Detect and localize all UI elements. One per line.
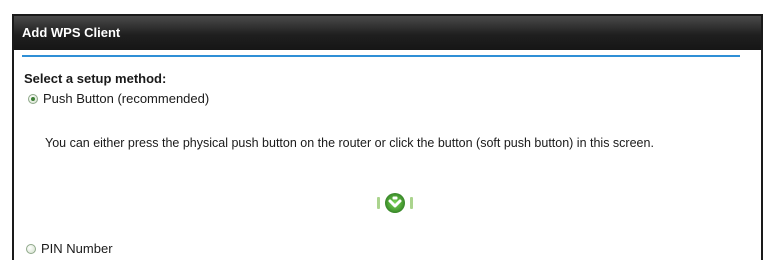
pin-number-option[interactable]: PIN Number [26, 241, 113, 256]
wps-push-button[interactable] [375, 189, 415, 217]
section-divider [22, 55, 740, 57]
setup-method-heading: Select a setup method: [24, 71, 167, 86]
push-button-option[interactable]: Push Button (recommended) [28, 91, 209, 106]
push-button-description: You can either press the physical push b… [45, 136, 654, 150]
wps-push-icon [377, 193, 413, 213]
panel-title: Add WPS Client [14, 16, 761, 50]
push-button-option-label: Push Button (recommended) [43, 91, 210, 106]
push-button-radio[interactable] [28, 93, 38, 104]
pin-number-option-label: PIN Number [41, 241, 113, 256]
pin-number-radio[interactable] [26, 243, 36, 254]
